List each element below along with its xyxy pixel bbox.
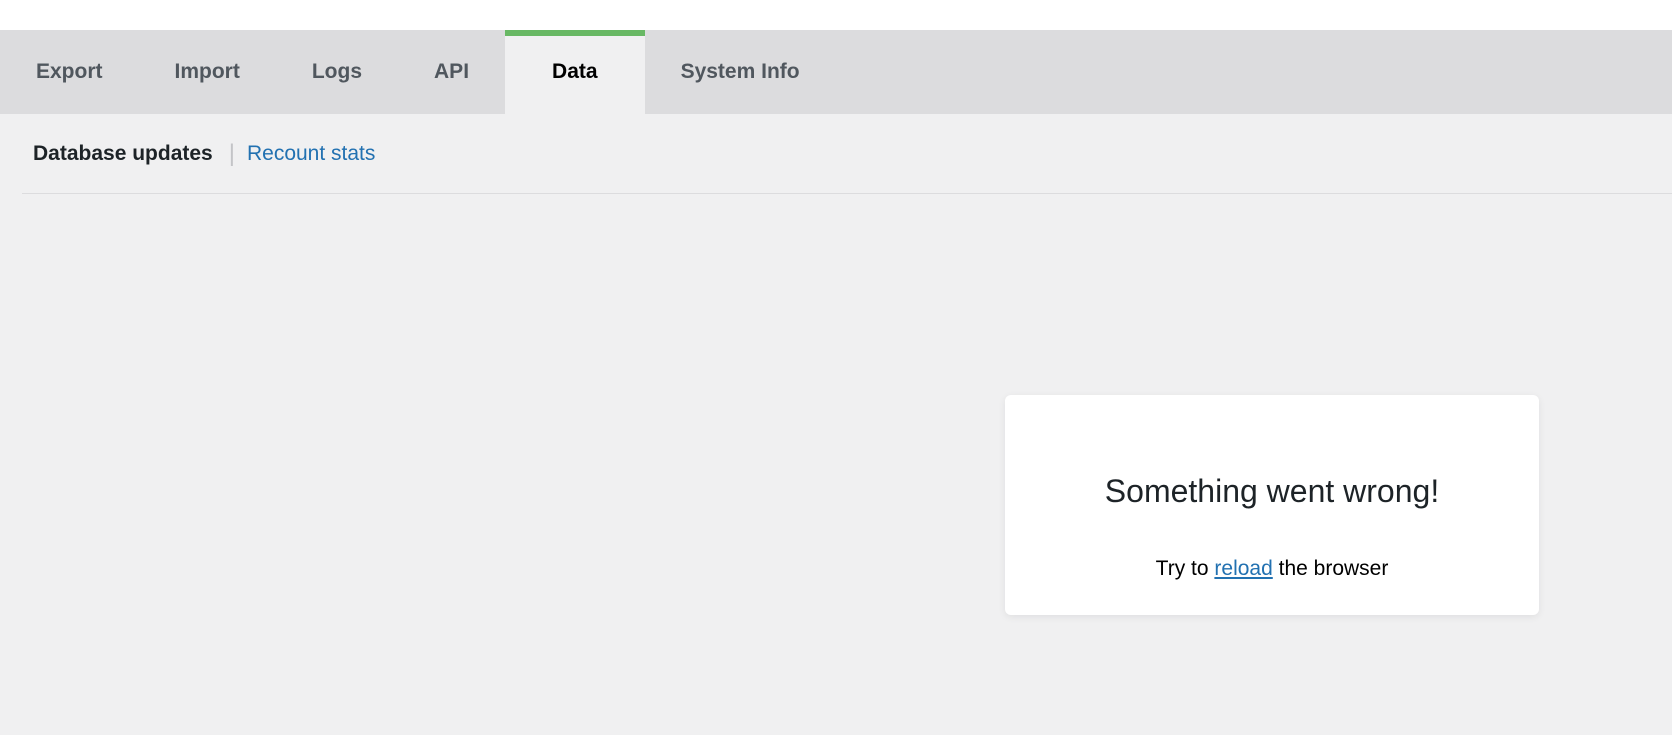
tab-system-info[interactable]: System Info <box>645 30 836 114</box>
reload-link[interactable]: reload <box>1214 557 1272 580</box>
error-title: Something went wrong! <box>1104 473 1440 509</box>
error-message: Try to reload the browser <box>1005 557 1539 581</box>
tab-export[interactable]: Export <box>0 30 139 114</box>
subnav-current-database-updates: Database updates <box>33 141 213 165</box>
data-subnav: Database updates | Recount stats <box>22 114 1672 194</box>
tab-import[interactable]: Import <box>139 30 276 114</box>
error-card: Something went wrong! Try to reload the … <box>1005 395 1539 615</box>
tab-api[interactable]: API <box>398 30 505 114</box>
error-message-prefix: Try to <box>1155 557 1209 580</box>
admin-top-bar <box>0 0 1672 30</box>
error-message-suffix: the browser <box>1278 557 1389 580</box>
tab-logs[interactable]: Logs <box>276 30 398 114</box>
settings-tabs: Export Import Logs API Data System Info <box>0 30 1672 114</box>
tab-data[interactable]: Data <box>505 30 645 114</box>
subnav-separator: | <box>228 139 235 167</box>
subnav-link-recount-stats[interactable]: Recount stats <box>247 142 375 166</box>
